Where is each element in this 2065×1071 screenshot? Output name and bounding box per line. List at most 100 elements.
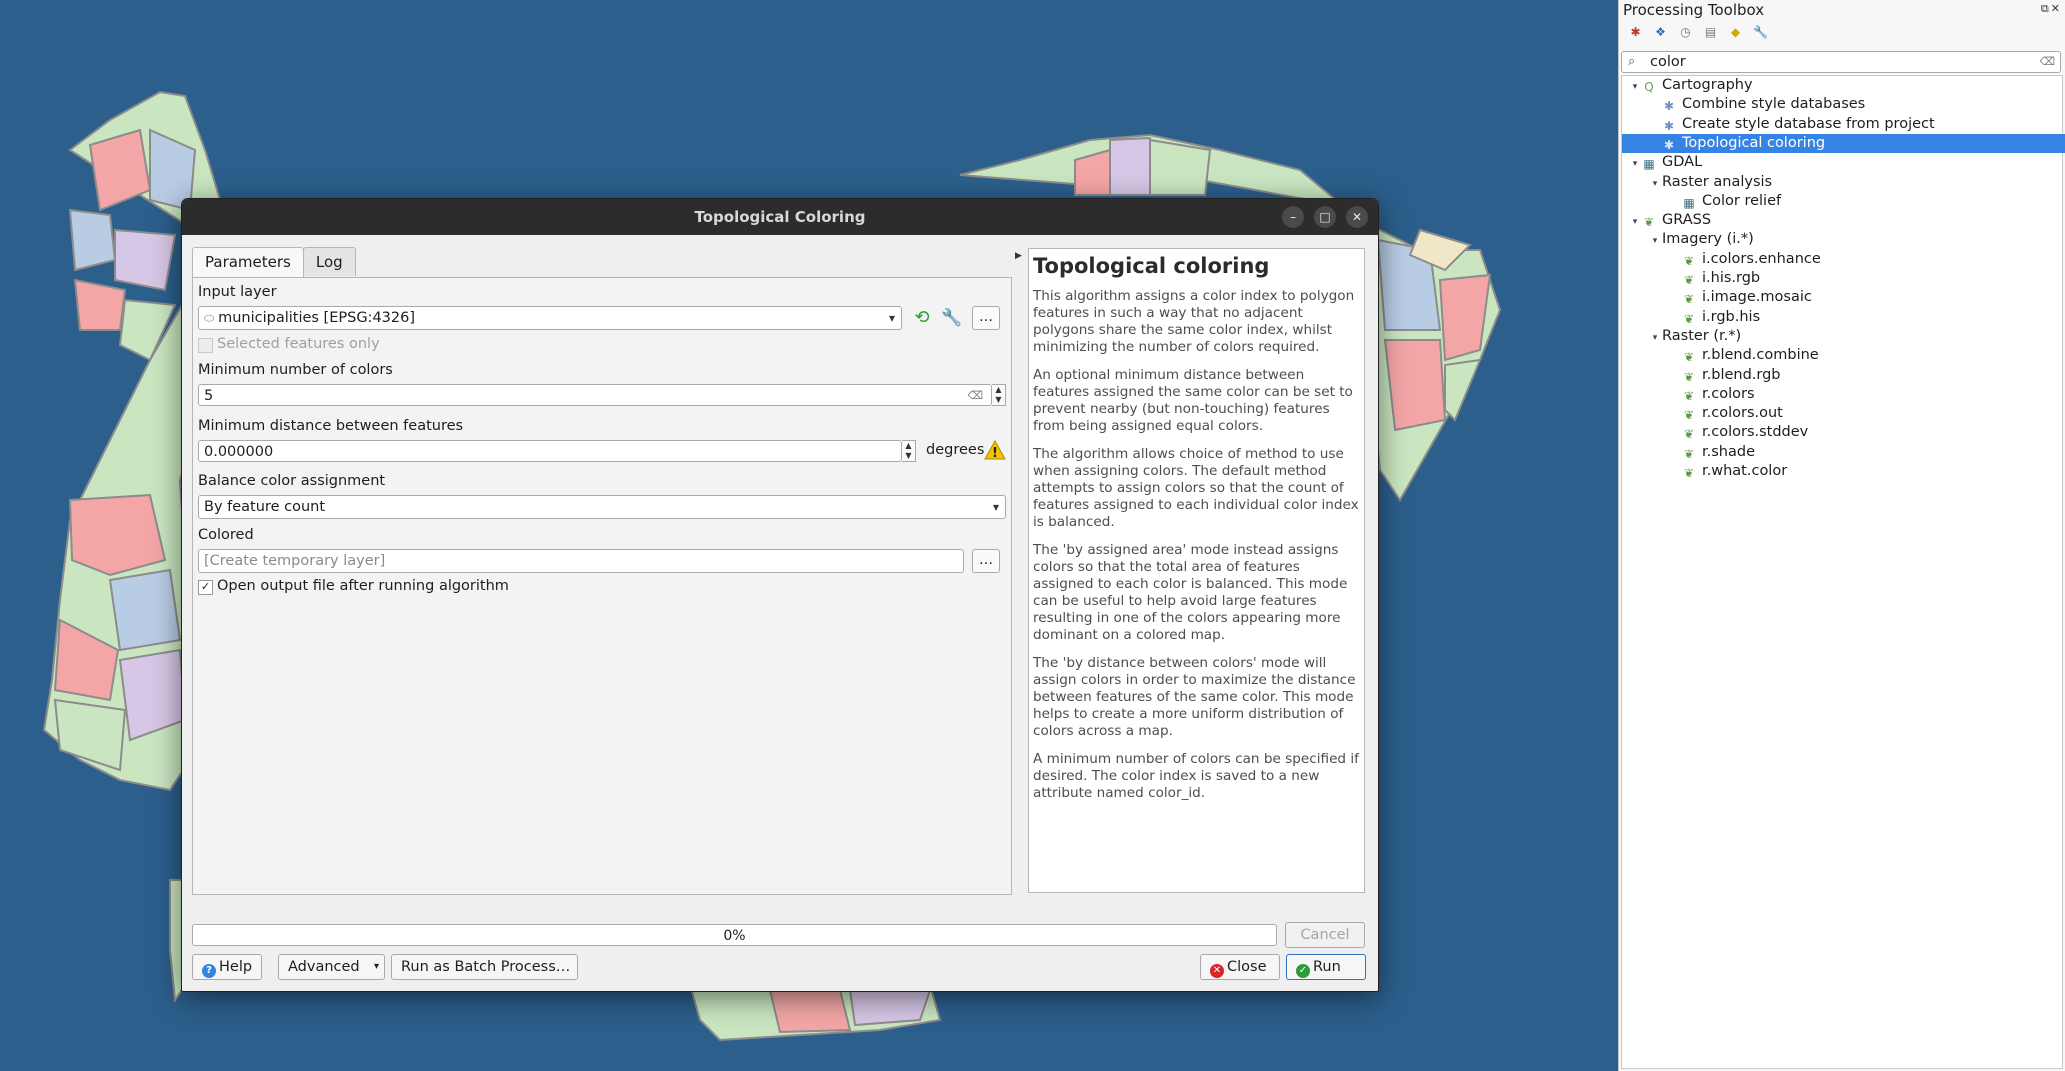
- min-colors-input[interactable]: 5 ⌫: [198, 384, 992, 406]
- cancel-button[interactable]: Cancel: [1285, 922, 1365, 948]
- dialog-titlebar[interactable]: Topological Coloring – □ ✕: [182, 199, 1378, 235]
- maximize-button[interactable]: □: [1314, 206, 1336, 228]
- tree-item[interactable]: ▾ Q Cartography: [1628, 76, 1753, 95]
- algorithm-tree: ▾ Q Cartography ✱ Combine style databases ✱ Cr…: [1621, 75, 2065, 1069]
- results-viewer-icon[interactable]: ▤: [1702, 24, 1719, 41]
- tree-item[interactable]: ❦ r.colors.out: [1668, 404, 1783, 423]
- gdal-icon: ▦: [1643, 157, 1655, 172]
- clear-search-icon[interactable]: ⌫: [2039, 52, 2055, 72]
- input-layer-browse-button[interactable]: …: [972, 306, 1000, 330]
- clear-icon[interactable]: ⌫: [967, 385, 983, 407]
- tree-item[interactable]: ❦ r.shade: [1668, 443, 1755, 462]
- tree-item[interactable]: ❦ i.colors.enhance: [1668, 250, 1821, 269]
- gear-icon: ✱: [1663, 137, 1675, 152]
- tab-log[interactable]: Log: [302, 247, 356, 276]
- tree-item[interactable]: ▦ Color relief: [1668, 192, 1781, 211]
- tab-bar: Parameters Log: [192, 247, 1012, 278]
- tree-item[interactable]: ❦ i.rgb.his: [1668, 308, 1760, 327]
- tree-item[interactable]: ❦ r.colors: [1668, 385, 1755, 404]
- help-paragraph: A minimum number of colors can be specif…: [1033, 751, 1359, 801]
- min-distance-spinner[interactable]: ▲ ▼: [902, 440, 916, 462]
- tree-item[interactable]: ▾ ❦ GRASS: [1628, 211, 1711, 230]
- history-icon[interactable]: ◷: [1677, 24, 1694, 41]
- tab-parameters[interactable]: Parameters: [192, 247, 304, 278]
- run-button-label: Run: [1313, 959, 1341, 975]
- min-distance-label: Minimum distance between features: [198, 418, 464, 434]
- expander-arrow-icon[interactable]: ▾: [1628, 213, 1642, 232]
- open-output-checkbox[interactable]: ✓: [198, 580, 213, 595]
- tree-item-label: r.blend.rgb: [1702, 366, 1781, 383]
- search-icon: ⌕: [1628, 54, 1636, 69]
- chevron-down-icon: ▾: [373, 961, 379, 972]
- tree-item[interactable]: ✱ Create style database from project: [1648, 115, 1935, 134]
- help-heading: Topological coloring: [1033, 254, 1270, 278]
- colored-output-input[interactable]: [Create temporary layer]: [198, 549, 964, 573]
- iterate-features-icon[interactable]: ⟲: [911, 308, 933, 328]
- run-button[interactable]: ✓ Run: [1286, 954, 1366, 980]
- colored-label: Colored: [198, 527, 254, 543]
- colored-placeholder: [Create temporary layer]: [204, 553, 386, 569]
- close-icon: ✕: [1210, 964, 1224, 978]
- balance-combo[interactable]: By feature count: [198, 495, 1006, 519]
- tree-item-label: Raster (r.*): [1662, 327, 1742, 344]
- tree-item-label: r.blend.combine: [1702, 347, 1819, 364]
- tree-item[interactable]: ✱ Topological coloring: [1622, 133, 2065, 153]
- collapse-help-arrow[interactable]: ▶: [1015, 251, 1022, 261]
- wrench-icon[interactable]: 🔧: [941, 308, 963, 328]
- help-paragraph: The 'by assigned area' mode instead assi…: [1033, 542, 1348, 643]
- batch-process-button[interactable]: Run as Batch Process…: [391, 954, 578, 980]
- help-button-label: Help: [219, 959, 253, 975]
- models-icon[interactable]: ✱: [1627, 24, 1644, 41]
- tree-item[interactable]: ❦ i.image.mosaic: [1668, 288, 1812, 307]
- minimize-button[interactable]: –: [1282, 206, 1304, 228]
- tree-item[interactable]: ❦ r.blend.combine: [1668, 346, 1819, 365]
- input-layer-combo[interactable]: ⬭ municipalities [EPSG:4326]: [198, 306, 902, 330]
- selected-features-checkbox[interactable]: [198, 338, 213, 353]
- tree-item-label: r.what.color: [1702, 463, 1788, 479]
- open-output-label: Open output file after running algorithm: [217, 578, 509, 594]
- tree-item-label: Imagery (i.*): [1662, 231, 1754, 248]
- tree-item[interactable]: ❦ r.what.color: [1668, 462, 1787, 481]
- tree-item-label: Combine style databases: [1682, 96, 1866, 113]
- tree-item[interactable]: ✱ Combine style databases: [1648, 95, 1865, 114]
- tree-item[interactable]: ▾ ▦ GDAL: [1628, 153, 1702, 172]
- gear-icon: ✱: [1663, 99, 1675, 114]
- parameters-panel: Input layer ⬭ municipalities [EPSG:4326]…: [192, 277, 1012, 895]
- input-layer-label: Input layer: [198, 284, 277, 300]
- tree-item-label: r.shade: [1702, 443, 1755, 460]
- gdal-icon: ▦: [1683, 195, 1695, 210]
- tree-item[interactable]: ▾ Raster analysis: [1648, 173, 1772, 192]
- python-scripts-icon[interactable]: ❖: [1652, 24, 1669, 41]
- edit-features-icon[interactable]: ◆: [1727, 24, 1744, 41]
- input-layer-value: municipalities [EPSG:4326]: [218, 310, 416, 326]
- min-colors-spinner[interactable]: ▲ ▼: [992, 384, 1006, 406]
- toolbox-search-input[interactable]: ⌕ color ⌫: [1621, 51, 2061, 73]
- progress-bar: 0%: [192, 924, 1277, 946]
- expander-arrow-icon[interactable]: ▾: [1648, 329, 1662, 348]
- processing-toolbox-panel: Processing Toolbox ⧉✕ ✱ ❖ ◷ ▤ ◆ 🔧 ⌕ colo…: [1618, 0, 2065, 1071]
- colored-browse-button[interactable]: …: [972, 549, 1000, 573]
- close-window-button[interactable]: ✕: [1346, 206, 1368, 228]
- help-icon: ?: [202, 964, 216, 978]
- grass-icon: ❦: [1683, 427, 1695, 442]
- help-button[interactable]: ? Help: [192, 954, 263, 980]
- tree-item[interactable]: ▾ Raster (r.*): [1648, 327, 1741, 346]
- close-button-label: Close: [1227, 959, 1267, 975]
- tree-item[interactable]: ❦ i.his.rgb: [1668, 269, 1760, 288]
- expander-arrow-icon[interactable]: ▾: [1628, 155, 1642, 174]
- advanced-button[interactable]: Advanced ▾: [278, 954, 385, 980]
- tree-item[interactable]: ▾ Imagery (i.*): [1648, 230, 1754, 249]
- panel-float-close-icons[interactable]: ⧉✕: [2041, 2, 2062, 16]
- tree-item[interactable]: ❦ r.blend.rgb: [1668, 366, 1781, 385]
- advanced-button-label: Advanced: [288, 959, 360, 975]
- tree-item[interactable]: ❦ r.colors.stddev: [1668, 423, 1808, 442]
- tree-item-label: i.colors.enhance: [1702, 250, 1821, 267]
- min-distance-input[interactable]: 0.000000: [198, 440, 902, 462]
- close-button[interactable]: ✕ Close: [1200, 954, 1280, 980]
- expander-arrow-icon[interactable]: ▾: [1648, 175, 1662, 194]
- expander-arrow-icon[interactable]: ▾: [1648, 232, 1662, 251]
- options-wrench-icon[interactable]: 🔧: [1752, 24, 1769, 41]
- expander-arrow-icon[interactable]: ▾: [1628, 78, 1642, 97]
- help-paragraph: The algorithm allows choice of method to…: [1033, 446, 1359, 530]
- grass-icon: ❦: [1643, 215, 1655, 230]
